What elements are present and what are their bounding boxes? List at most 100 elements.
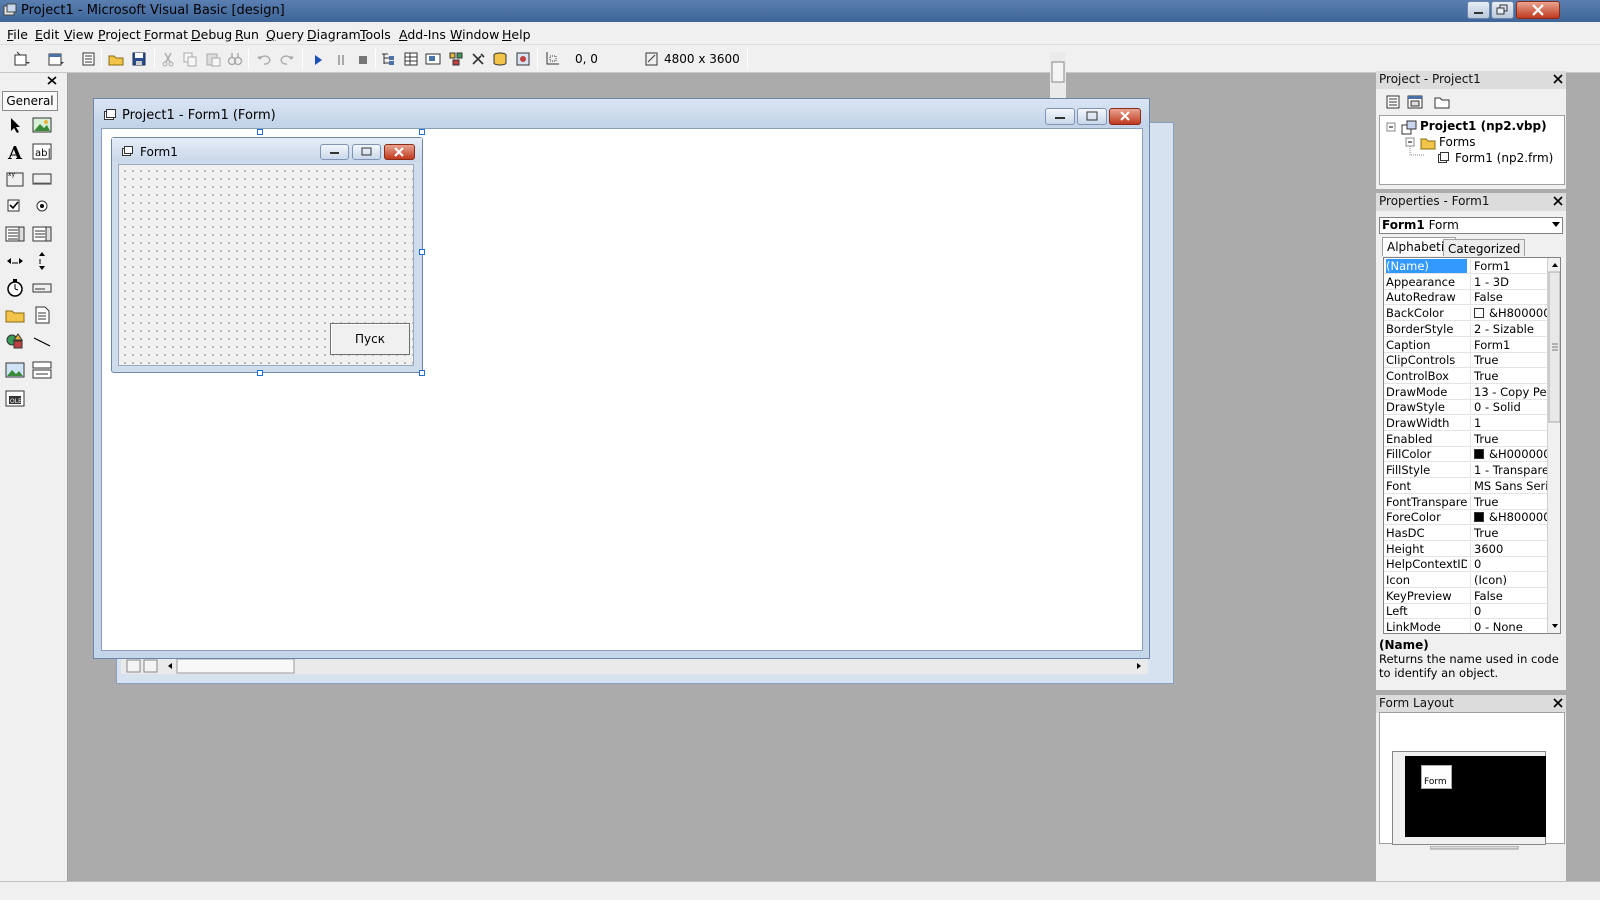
selection-handle[interactable] <box>419 370 425 376</box>
properties-window-icon[interactable] <box>402 50 420 68</box>
property-value-cell[interactable]: 0 <box>1470 604 1548 619</box>
menu-editor-icon[interactable] <box>80 50 98 68</box>
property-row[interactable]: DrawStyle 0 - Solid <box>1384 399 1548 416</box>
property-row[interactable]: FillStyle 1 - Transparent <box>1384 462 1548 479</box>
hscrollbar-tool-icon[interactable] <box>4 250 26 272</box>
property-row[interactable]: Caption Form1 <box>1384 337 1548 353</box>
property-value-cell[interactable]: Form1 <box>1470 337 1548 352</box>
property-row[interactable]: HelpContextID 0 <box>1384 556 1548 573</box>
checkbox-tool-icon[interactable] <box>4 195 26 217</box>
view-object-icon[interactable] <box>1407 94 1423 110</box>
property-row[interactable]: Appearance 1 - 3D <box>1384 274 1548 290</box>
visual-component-manager-icon[interactable] <box>514 50 532 68</box>
label-tool-icon[interactable]: A <box>4 141 26 163</box>
cut-icon[interactable] <box>159 50 177 68</box>
open-folder-icon[interactable] <box>107 50 125 68</box>
property-value-cell[interactable]: &H00000000& <box>1470 447 1548 462</box>
property-value-cell[interactable]: MS Sans Serif <box>1470 478 1548 493</box>
mini-form-preview[interactable]: Form <box>1421 765 1452 789</box>
property-row[interactable]: HasDC True <box>1384 525 1548 541</box>
find-icon[interactable] <box>226 50 244 68</box>
pointer-tool-icon[interactable] <box>4 114 26 136</box>
property-value-cell[interactable]: &H80000012& <box>1470 510 1548 525</box>
property-value-cell[interactable]: 2 - Sizable <box>1470 321 1548 336</box>
toolbox-icon[interactable] <box>469 50 487 68</box>
property-value-cell[interactable]: False <box>1470 290 1548 305</box>
selection-handle[interactable] <box>101 249 102 255</box>
form1-design-surface[interactable]: Form1 Пуск <box>111 137 423 373</box>
view-code-icon[interactable] <box>1385 94 1401 110</box>
timer-tool-icon[interactable] <box>4 277 26 299</box>
property-row[interactable]: ForeColor&H80000012& <box>1384 509 1548 526</box>
toolbox-tab-general[interactable]: General <box>2 91 58 111</box>
property-row[interactable]: Height 3600 <box>1384 541 1548 557</box>
property-value-cell[interactable]: 1 - 3D <box>1470 274 1548 289</box>
property-value-cell[interactable]: True <box>1470 525 1548 540</box>
toolbox-close-icon[interactable] <box>45 74 59 87</box>
property-value-cell[interactable]: 0 - Solid <box>1470 400 1548 415</box>
property-row[interactable]: FillColor&H00000000& <box>1384 446 1548 463</box>
toggle-folders-icon[interactable] <box>1433 94 1451 110</box>
form-layout-close-icon[interactable] <box>1552 697 1564 709</box>
menu-view[interactable]: View <box>64 27 94 42</box>
property-row[interactable]: LinkMode 0 - None <box>1384 619 1548 633</box>
property-value-cell[interactable]: False <box>1470 588 1548 603</box>
commandbutton-tool-icon[interactable] <box>31 168 53 190</box>
tab-categorized[interactable]: Categorized <box>1443 239 1526 256</box>
project-explorer-icon[interactable] <box>379 50 397 68</box>
designer-canvas[interactable]: Form1 Пуск <box>101 128 1143 651</box>
project-close-icon[interactable] <box>1552 73 1564 85</box>
paste-icon[interactable] <box>204 50 222 68</box>
menu-file[interactable]: File <box>7 27 28 42</box>
property-value-cell[interactable]: 0 - None <box>1470 620 1548 633</box>
save-icon[interactable] <box>130 50 148 68</box>
property-row[interactable]: Font MS Sans Serif <box>1384 478 1548 494</box>
property-row[interactable]: DrawWidth 1 <box>1384 415 1548 431</box>
property-value-cell[interactable]: 1 <box>1470 416 1548 430</box>
designer-restore-button[interactable] <box>1077 108 1107 125</box>
property-value-cell[interactable]: True <box>1470 431 1548 446</box>
tree-project-root[interactable]: Project1 (np2.vbp) <box>1420 119 1547 133</box>
designer-close-button[interactable] <box>1109 108 1141 125</box>
ole-tool-icon[interactable]: OLE <box>4 387 26 409</box>
property-value-cell[interactable]: True <box>1470 368 1548 383</box>
property-value-cell[interactable]: 0 <box>1470 557 1548 572</box>
property-value-cell[interactable]: True <box>1470 494 1548 509</box>
restore-button[interactable] <box>1491 1 1514 19</box>
menu-run[interactable]: Run <box>235 27 259 42</box>
property-value-cell[interactable]: 1 - Transparent <box>1470 463 1548 478</box>
menu-help[interactable]: Help <box>502 27 531 42</box>
property-row[interactable]: BackColor&H8000000F& <box>1384 305 1548 322</box>
break-icon[interactable] <box>332 50 350 68</box>
designer-minimize-button[interactable] <box>1045 108 1075 125</box>
object-browser-icon[interactable] <box>447 50 465 68</box>
end-icon[interactable] <box>354 50 372 68</box>
line-tool-icon[interactable] <box>31 331 53 353</box>
selection-handle[interactable] <box>101 129 102 135</box>
dirlistbox-tool-icon[interactable] <box>4 304 26 326</box>
tree-form1-item[interactable]: Form1 (np2.frm) <box>1455 151 1553 165</box>
menu-tools[interactable]: Tools <box>360 27 391 42</box>
tree-forms-folder[interactable]: Forms <box>1439 135 1475 149</box>
selection-handle[interactable] <box>101 370 102 376</box>
redo-icon[interactable] <box>278 50 296 68</box>
menu-add-ins[interactable]: Add-Ins <box>399 27 446 42</box>
menu-project[interactable]: Project <box>98 27 141 42</box>
undo-icon[interactable] <box>255 50 273 68</box>
property-row[interactable]: DrawMode 13 - Copy Pen <box>1384 384 1548 400</box>
minimize-button[interactable] <box>1467 1 1490 19</box>
property-value-cell[interactable]: (Icon) <box>1470 573 1548 587</box>
property-row[interactable]: ClipControls True <box>1384 352 1548 369</box>
property-row[interactable]: AutoRedraw False <box>1384 289 1548 306</box>
menu-window[interactable]: Window <box>450 27 499 42</box>
optionbutton-tool-icon[interactable] <box>31 195 53 217</box>
drivelistbox-tool-icon[interactable] <box>31 277 53 299</box>
frame-tool-icon[interactable]: xy <box>4 168 26 190</box>
property-row[interactable]: BorderStyle 2 - Sizable <box>1384 321 1548 337</box>
combobox-tool-icon[interactable] <box>4 223 26 245</box>
property-value-cell[interactable]: True <box>1470 353 1548 368</box>
property-value-cell[interactable]: &H8000000F& <box>1470 306 1548 321</box>
designer-horizontal-scrollbar[interactable] <box>121 657 1148 674</box>
selection-handle[interactable] <box>419 249 425 255</box>
textbox-tool-icon[interactable]: ab| <box>31 141 53 163</box>
